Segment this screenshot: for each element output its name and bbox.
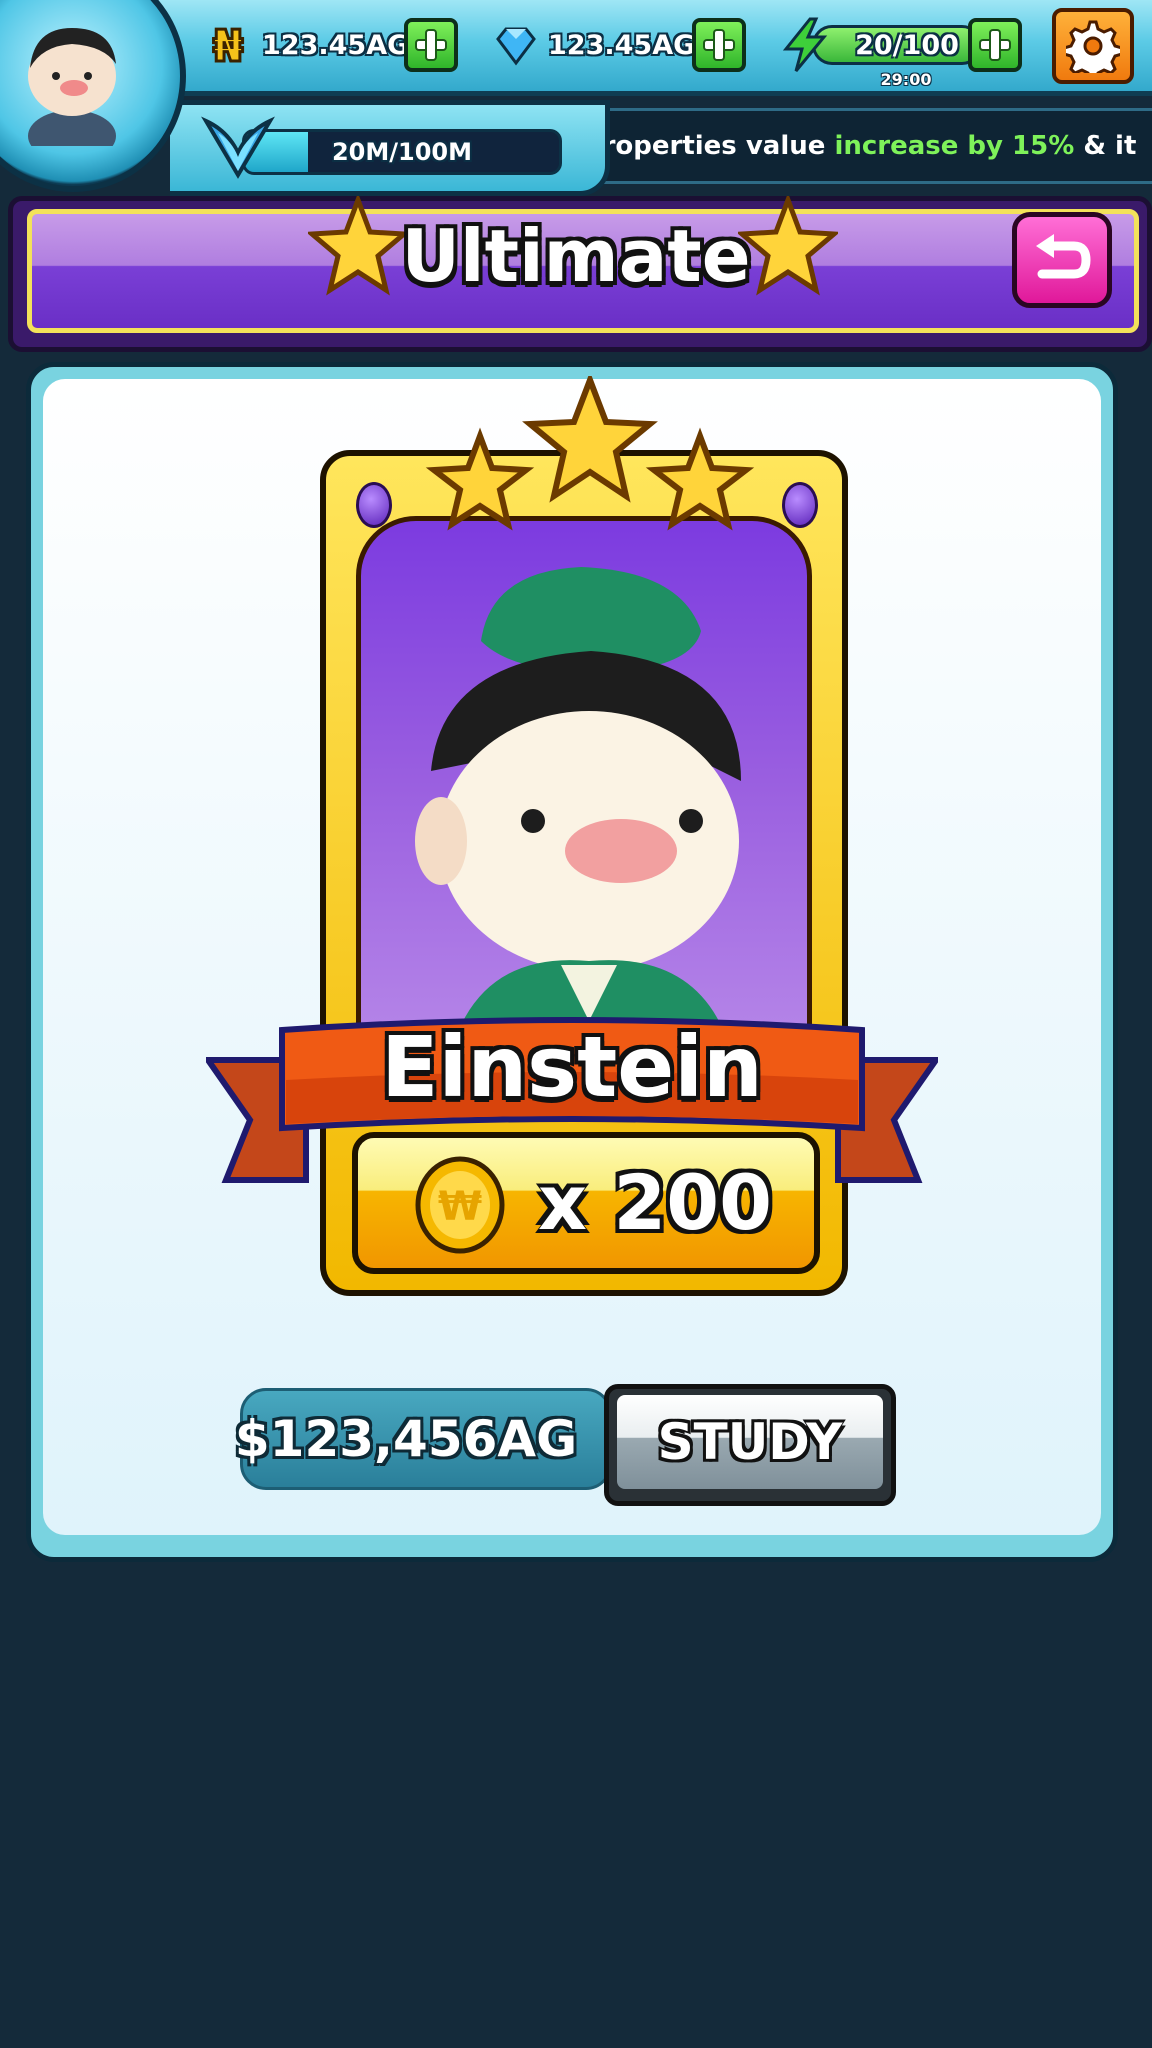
wings-icon <box>201 116 275 179</box>
gem-decoration-icon <box>356 482 392 528</box>
naira-coin-icon: ₦ <box>211 21 245 69</box>
add-gold-button[interactable] <box>404 18 458 72</box>
svg-text:₦: ₦ <box>213 21 244 69</box>
rarity-stars <box>425 376 755 531</box>
rarity-star-icon <box>425 427 535 531</box>
ticker-text-end: & it <box>1074 131 1137 161</box>
avatar-icon <box>28 28 116 146</box>
price-value: $123,456AG <box>234 1410 578 1468</box>
xp-panel: 20M/100M <box>170 100 610 196</box>
ticker-highlight: increase by 15% <box>834 131 1075 161</box>
xp-value: 20M/100M <box>331 138 473 166</box>
character-name: Einstein <box>381 1018 763 1116</box>
rarity-star-icon <box>522 376 658 503</box>
study-button[interactable]: STUDY <box>604 1384 896 1506</box>
news-ticker: l properties value increase by 15% & it <box>580 108 1152 184</box>
character-illustration-icon <box>415 567 741 1041</box>
lightning-icon <box>782 17 828 72</box>
gem-currency: 123.45AG <box>494 14 695 76</box>
xp-progress-bar: 20M/100M <box>242 129 562 175</box>
energy-value: 20/100 <box>855 29 959 61</box>
svg-text:₩: ₩ <box>438 1184 482 1230</box>
add-gems-button[interactable] <box>692 18 746 72</box>
price-display: $123,456AG <box>235 1388 612 1490</box>
coin-icon: ₩ <box>415 1156 505 1254</box>
settings-button[interactable] <box>1052 8 1134 84</box>
gem-value: 123.45AG <box>548 29 696 61</box>
rarity-star-icon <box>645 427 755 531</box>
add-energy-button[interactable] <box>968 18 1022 72</box>
character-portrait <box>356 516 812 1046</box>
study-button-face: STUDY <box>617 1395 883 1489</box>
ticker-text: l properties value increase by 15% & it <box>580 131 1136 161</box>
player-avatar[interactable] <box>0 0 186 192</box>
energy-currency: 20/100 <box>780 14 982 76</box>
study-label: STUDY <box>657 1413 843 1471</box>
cost-multiplier: x 200 <box>537 1158 773 1247</box>
energy-timer: 29:00 <box>880 70 932 89</box>
gold-currency: ₦ 123.45AG <box>204 14 409 76</box>
return-arrow-icon <box>1036 234 1091 279</box>
back-button[interactable] <box>1012 212 1112 308</box>
gold-value: 123.45AG <box>262 29 410 61</box>
diamond-icon <box>496 27 536 66</box>
gear-icon <box>1066 20 1120 73</box>
ticker-text-start: l properties value <box>580 131 835 161</box>
gem-decoration-icon <box>782 482 818 528</box>
page-title: Ultimate <box>401 214 751 298</box>
energy-bar: 20/100 <box>812 25 982 65</box>
